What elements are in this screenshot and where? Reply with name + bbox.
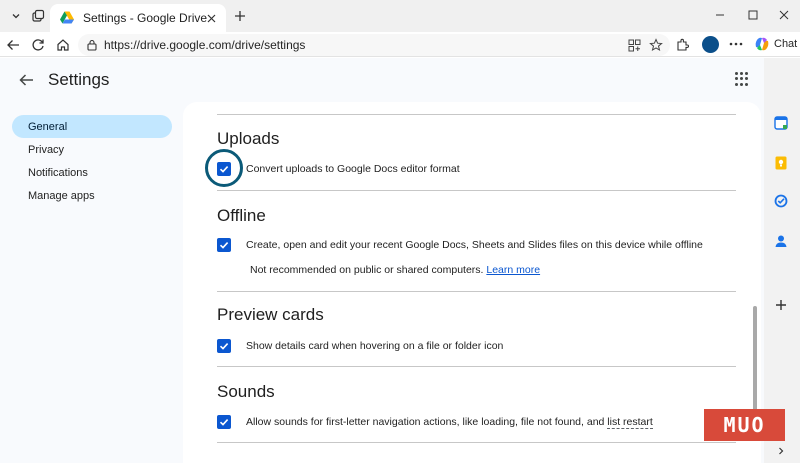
page-title: Settings <box>48 70 110 89</box>
preview-option: Show details card when hovering on a fil… <box>217 339 503 353</box>
section-title-offline: Offline <box>217 206 266 225</box>
sidebar-item-privacy[interactable]: Privacy <box>12 138 172 161</box>
site-info-icon[interactable] <box>86 39 98 51</box>
chevron-right-icon[interactable] <box>772 442 790 460</box>
chat-label: Chat <box>774 38 798 50</box>
browser-profile-avatar[interactable] <box>702 36 719 53</box>
add-icon[interactable] <box>772 296 790 314</box>
calendar-icon[interactable] <box>772 114 790 132</box>
back-arrow-icon[interactable] <box>16 70 36 90</box>
sidebar-item-label: Notifications <box>28 166 88 179</box>
browser-toolbar: https://drive.google.com/drive/settings <box>0 32 800 57</box>
maximize-icon[interactable] <box>741 4 765 26</box>
settings-card: Uploads Convert uploads to Google Docs e… <box>183 102 761 463</box>
side-panel <box>764 58 800 463</box>
sounds-checkbox[interactable] <box>217 415 231 429</box>
address-bar[interactable]: https://drive.google.com/drive/settings <box>78 34 670 56</box>
drive-settings-page: Settings General Privacy Notifications M… <box>0 58 787 463</box>
list-restart-term[interactable]: list restart <box>607 416 653 429</box>
extensions-icon[interactable] <box>673 36 691 54</box>
learn-more-link[interactable]: Learn more <box>486 264 540 276</box>
tab-title: Settings - Google Drive <box>83 11 208 25</box>
offline-option: Create, open and edit your recent Google… <box>217 238 703 252</box>
offline-note: Not recommended on public or shared comp… <box>250 264 540 276</box>
sidebar-item-general[interactable]: General <box>12 115 172 138</box>
checkmark-icon <box>219 343 229 350</box>
url-text: https://drive.google.com/drive/settings <box>104 38 306 52</box>
divider <box>217 114 736 115</box>
sidebar-item-label: General <box>28 120 68 133</box>
copilot-chat-button[interactable]: Chat <box>749 34 800 54</box>
offline-checkbox[interactable] <box>217 238 231 252</box>
offline-note-text: Not recommended on public or shared comp… <box>250 264 484 276</box>
divider <box>217 291 736 292</box>
new-tab-plus-icon[interactable] <box>230 6 250 26</box>
sidebar-item-label: Manage apps <box>28 189 95 202</box>
muo-watermark-logo: MUO <box>704 409 785 441</box>
home-icon[interactable] <box>54 36 72 54</box>
watermark-text: MUO <box>723 413 766 437</box>
workspaces-icon[interactable] <box>26 5 50 27</box>
favorite-star-icon[interactable] <box>648 37 664 53</box>
section-title-uploads: Uploads <box>217 129 280 148</box>
close-tab-icon[interactable] <box>204 11 218 25</box>
minimize-icon[interactable] <box>708 4 732 26</box>
divider <box>217 366 736 367</box>
tab-list-chevron-icon[interactable] <box>4 5 28 27</box>
back-icon[interactable] <box>4 36 22 54</box>
option-label: Convert uploads to Google Docs editor fo… <box>246 163 460 175</box>
checkmark-icon <box>219 166 229 173</box>
scrollbar-thumb[interactable] <box>753 306 757 412</box>
option-label: Create, open and edit your recent Google… <box>246 239 703 251</box>
settings-sidebar-nav: General Privacy Notifications Manage app… <box>12 115 172 207</box>
preview-cards-checkbox[interactable] <box>217 339 231 353</box>
sidebar-item-label: Privacy <box>28 143 65 156</box>
google-apps-icon[interactable] <box>735 72 749 86</box>
contacts-icon[interactable] <box>772 232 790 250</box>
more-options-icon[interactable] <box>728 36 744 52</box>
option-label: Allow sounds for first-letter navigation… <box>246 416 653 429</box>
google-drive-icon <box>60 11 74 24</box>
option-label: Show details card when hovering on a fil… <box>246 340 504 352</box>
browser-tab-bar: Settings - Google Drive <box>0 0 800 32</box>
divider <box>217 190 736 191</box>
sidebar-item-manage-apps[interactable]: Manage apps <box>12 184 172 207</box>
section-title-sounds: Sounds <box>217 382 275 401</box>
copilot-icon <box>755 37 769 51</box>
checkmark-icon <box>219 242 229 249</box>
checkmark-icon <box>219 419 229 426</box>
app-available-icon[interactable] <box>626 37 642 53</box>
section-title-preview-cards: Preview cards <box>217 305 324 324</box>
tab-settings-google-drive[interactable]: Settings - Google Drive <box>50 4 226 32</box>
sounds-option: Allow sounds for first-letter navigation… <box>217 415 653 429</box>
divider <box>217 442 736 443</box>
sidebar-item-notifications[interactable]: Notifications <box>12 161 172 184</box>
uploads-option: Convert uploads to Google Docs editor fo… <box>217 162 460 176</box>
sounds-option-text: Allow sounds for first-letter navigation… <box>246 416 605 428</box>
keep-icon[interactable] <box>772 154 790 172</box>
convert-uploads-checkbox[interactable] <box>217 162 231 176</box>
tasks-icon[interactable] <box>772 192 790 210</box>
window-close-icon[interactable] <box>772 4 796 26</box>
refresh-icon[interactable] <box>29 36 47 54</box>
